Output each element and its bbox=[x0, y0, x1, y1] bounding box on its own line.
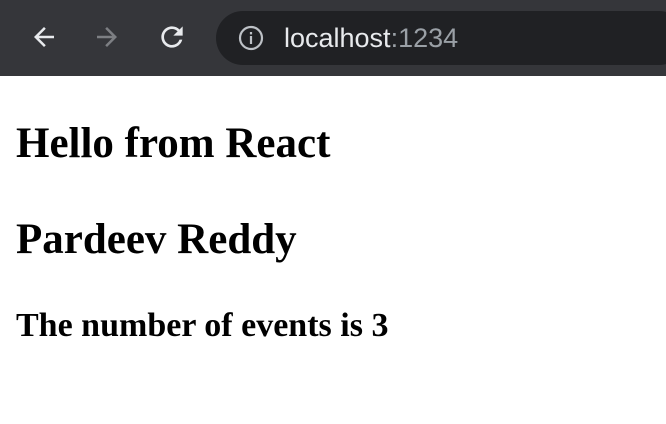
back-arrow-icon bbox=[29, 22, 59, 52]
back-button[interactable] bbox=[24, 17, 64, 57]
url-host: localhost bbox=[284, 23, 391, 53]
hello-heading: Hello from React bbox=[16, 120, 331, 167]
browser-toolbar: localhost:1234 bbox=[0, 0, 666, 76]
reload-button[interactable] bbox=[152, 17, 192, 57]
forward-arrow-icon bbox=[92, 22, 122, 52]
info-icon[interactable] bbox=[238, 25, 264, 51]
address-bar[interactable]: localhost:1234 bbox=[216, 11, 666, 65]
reload-icon bbox=[156, 21, 188, 53]
url-port: :1234 bbox=[390, 23, 459, 53]
page-content: Hello from React Pardeev Reddy The numbe… bbox=[0, 76, 666, 424]
forward-button[interactable] bbox=[87, 17, 127, 57]
events-count-heading: The number of events is 3 bbox=[16, 307, 389, 344]
url-text[interactable]: localhost:1234 bbox=[284, 23, 458, 53]
name-heading: Pardeev Reddy bbox=[16, 216, 297, 263]
